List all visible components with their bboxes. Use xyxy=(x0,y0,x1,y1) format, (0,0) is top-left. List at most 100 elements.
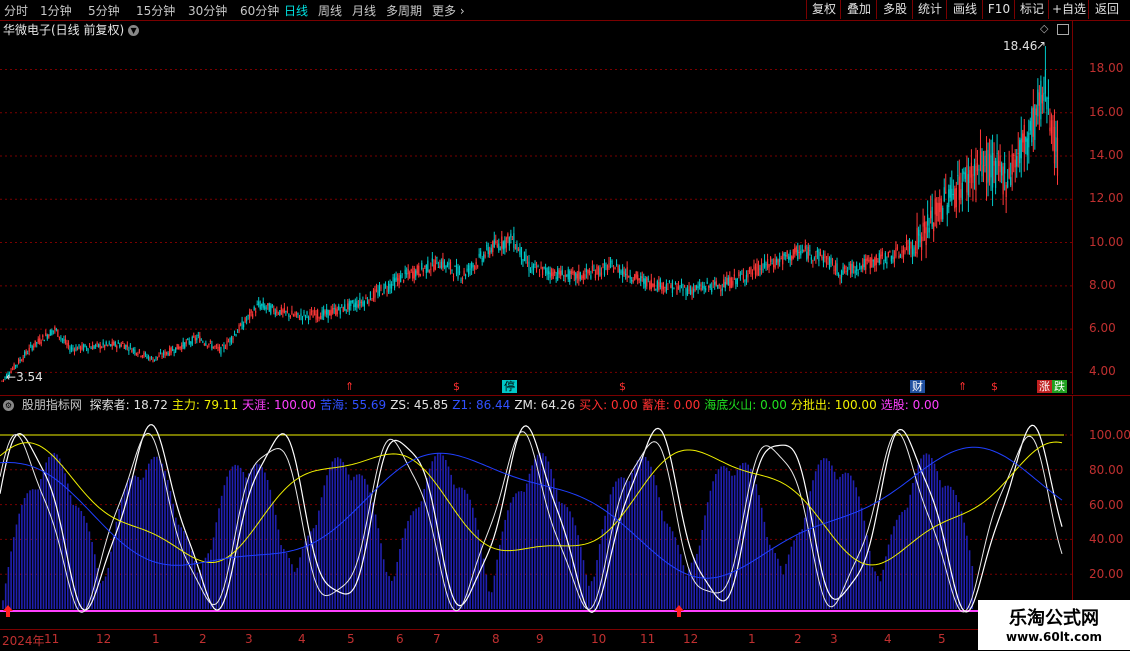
add-favorite-button[interactable]: +自选 xyxy=(1048,0,1089,19)
indicator-field: 选股: 0.00 xyxy=(880,398,940,412)
candle-body xyxy=(750,267,752,274)
candle-body xyxy=(987,150,989,183)
event-badge[interactable]: $ xyxy=(617,380,628,393)
event-badge[interactable]: 财 xyxy=(910,380,925,393)
candle-body xyxy=(904,249,906,253)
multi-stock-button[interactable]: 多股 xyxy=(876,0,913,19)
chevron-down-icon[interactable]: ▼ xyxy=(128,25,140,36)
candle-body xyxy=(99,344,101,349)
candle-body xyxy=(1026,138,1028,156)
candle-body xyxy=(119,344,121,348)
candle-body xyxy=(573,271,575,276)
candle-body xyxy=(1044,69,1047,94)
settings-icon[interactable]: ⚙ xyxy=(3,400,14,411)
candle-body xyxy=(834,262,837,271)
candle-body xyxy=(1001,163,1003,176)
candle-body xyxy=(167,353,169,356)
candle-body xyxy=(505,237,507,248)
stats-button[interactable]: 统计 xyxy=(912,0,947,19)
candle-body xyxy=(741,273,743,275)
candle-body xyxy=(312,314,314,318)
event-badge[interactable]: $ xyxy=(989,380,1000,393)
window-toggle-icon[interactable] xyxy=(1057,24,1069,35)
tab-more[interactable]: 更多 › xyxy=(432,2,465,19)
candle-body xyxy=(665,283,667,292)
candle-body xyxy=(540,266,542,269)
candle-body xyxy=(785,255,787,257)
candle-body xyxy=(378,286,381,294)
event-badge[interactable]: ⇑ xyxy=(956,380,970,393)
f10-button[interactable]: F10 xyxy=(982,0,1015,19)
tab-5min[interactable]: 5分钟 xyxy=(88,2,120,19)
candle-body xyxy=(1028,132,1030,148)
candle-body xyxy=(421,262,423,270)
draw-line-button[interactable]: 画线 xyxy=(946,0,983,19)
event-badge[interactable]: ⇑ xyxy=(343,380,357,393)
candle-body xyxy=(54,326,56,330)
candle-body xyxy=(907,245,909,252)
candle-body xyxy=(554,270,556,274)
fuquan-button[interactable]: 复权 xyxy=(806,0,841,19)
candle-body xyxy=(150,356,153,358)
candle-body xyxy=(283,307,285,313)
candle-body xyxy=(537,266,539,268)
candle-body xyxy=(768,264,770,267)
candle-body xyxy=(392,277,394,282)
candle-body xyxy=(998,160,1000,167)
tab-15min[interactable]: 15分钟 xyxy=(136,2,175,19)
tab-monthly[interactable]: 月线 xyxy=(352,2,376,19)
candle-body xyxy=(517,248,520,252)
candle-body xyxy=(184,342,186,349)
event-badge[interactable]: 涨 xyxy=(1037,380,1052,393)
candle-body xyxy=(854,270,856,274)
indicator-chart[interactable] xyxy=(0,411,1072,629)
candle-body xyxy=(508,237,510,246)
candle-body xyxy=(481,257,483,263)
badge-text: 跌 xyxy=(1054,380,1065,393)
candle-body xyxy=(966,165,968,193)
candle-body xyxy=(807,246,809,259)
tab-fenshi[interactable]: 分时 xyxy=(4,2,28,19)
diamond-icon[interactable]: ◇ xyxy=(1040,22,1048,35)
back-button[interactable]: 返回 xyxy=(1088,0,1125,19)
tab-daily[interactable]: 日线 xyxy=(284,2,308,19)
tab-1min[interactable]: 1分钟 xyxy=(40,2,72,19)
candle-body xyxy=(79,346,82,351)
event-badge[interactable]: $ xyxy=(451,380,462,393)
indicator-name[interactable]: 股朋指标网 xyxy=(22,398,82,412)
overlay-button[interactable]: 叠加 xyxy=(840,0,877,19)
candle-body xyxy=(618,268,621,275)
mark-button[interactable]: 标记 xyxy=(1014,0,1049,19)
candle-body xyxy=(464,274,467,277)
candle-body xyxy=(865,258,867,270)
candle-body xyxy=(424,265,426,267)
candle-body xyxy=(801,249,803,251)
candle-body xyxy=(439,265,441,269)
candle-body xyxy=(952,194,954,196)
event-badge[interactable]: 停 xyxy=(502,380,517,393)
candle-body xyxy=(776,258,778,263)
tab-60min[interactable]: 60分钟 xyxy=(240,2,279,19)
candle-body xyxy=(82,344,85,350)
candle-body xyxy=(380,287,382,289)
candle-body xyxy=(543,266,545,268)
stock-title-row: 华微电子(日线 前复权) ▼ xyxy=(0,21,140,37)
tab-30min[interactable]: 30分钟 xyxy=(188,2,227,19)
candle-body xyxy=(972,174,974,183)
event-badge[interactable]: 跌 xyxy=(1052,380,1067,393)
candle-body xyxy=(976,163,979,172)
date-tick: 12 xyxy=(96,632,112,646)
candle-body xyxy=(88,346,91,348)
candle-body xyxy=(212,346,214,349)
candle-body xyxy=(131,350,133,353)
candle-body xyxy=(883,262,885,265)
tab-multi-period[interactable]: 多周期 xyxy=(386,2,422,19)
candle-body xyxy=(934,198,936,215)
candlestick-chart[interactable] xyxy=(0,37,1072,394)
candle-body xyxy=(587,270,589,274)
candle-body xyxy=(386,290,388,292)
candle-body xyxy=(567,269,569,280)
candle-body xyxy=(137,353,139,356)
tab-weekly[interactable]: 周线 xyxy=(318,2,342,19)
indicator-field: 蓄准: 0.00 xyxy=(641,398,701,412)
